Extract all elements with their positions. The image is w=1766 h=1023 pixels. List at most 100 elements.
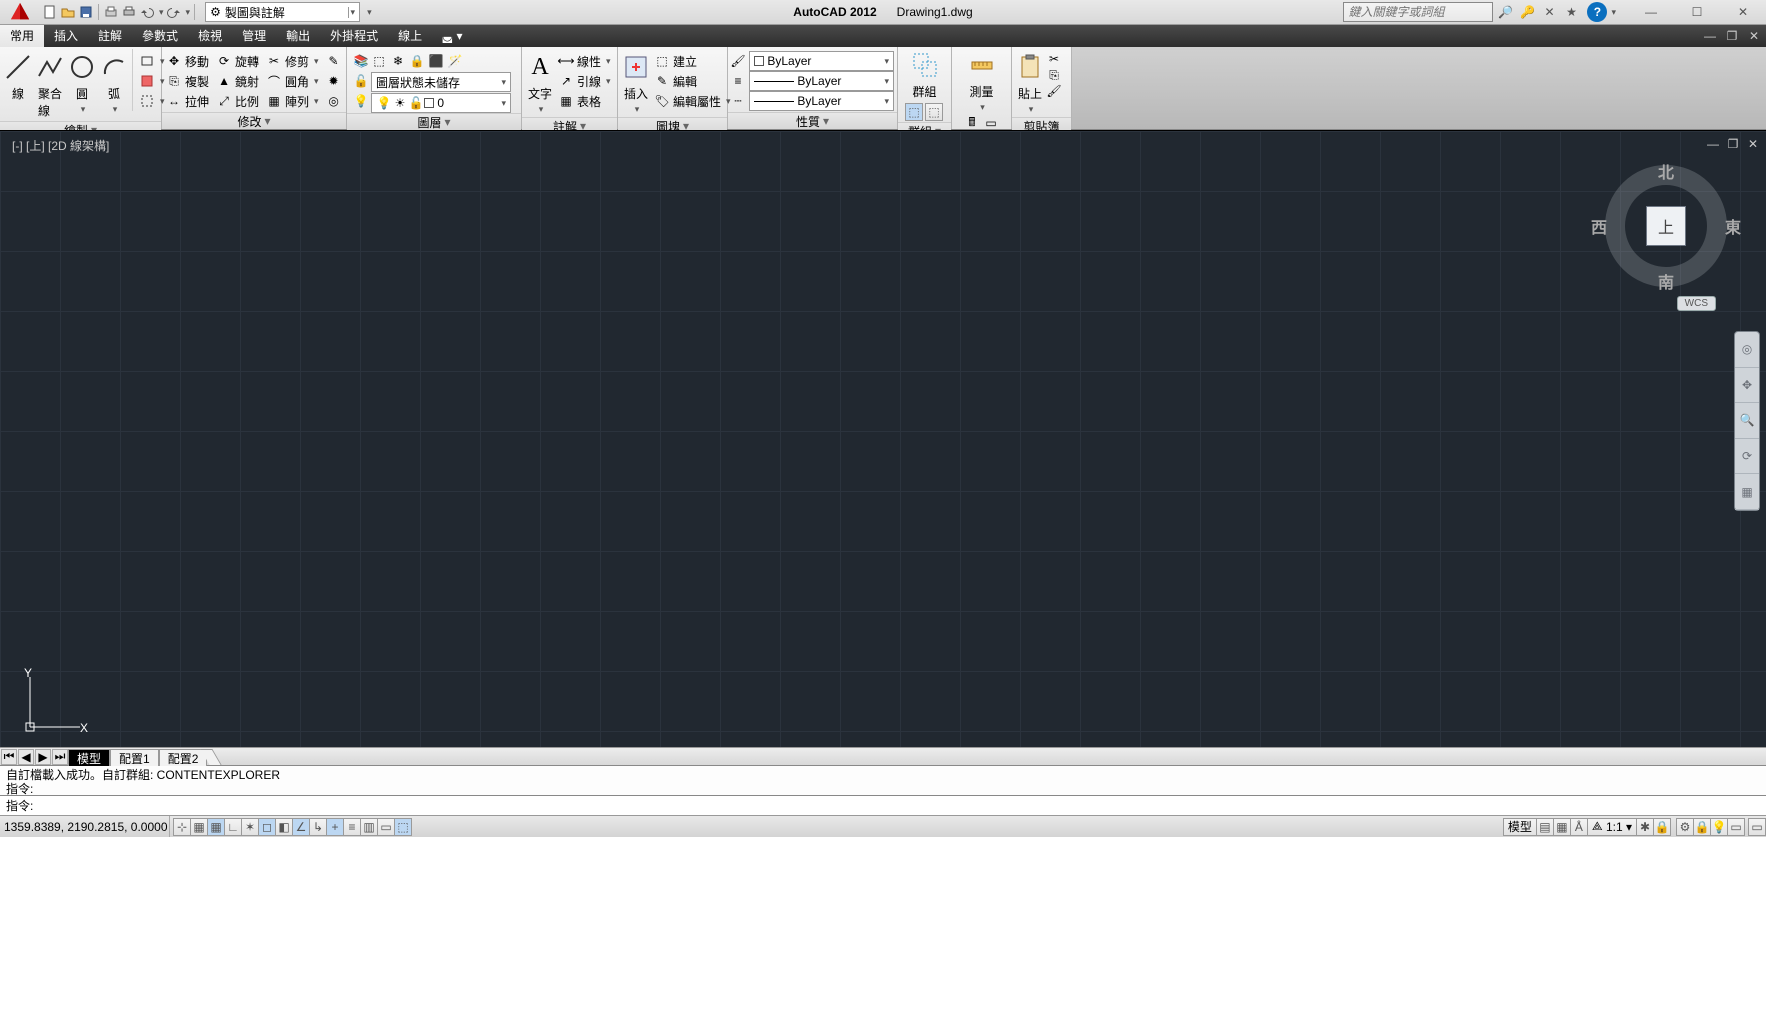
tab-annotate[interactable]: 註解 [88,25,132,47]
tab-view[interactable]: 檢視 [188,25,232,47]
viewport-label[interactable]: [-] [上] [2D 線架構] [12,137,109,154]
vp-min-button[interactable]: — [1706,137,1720,151]
fillet-button[interactable]: ⌒圓角▾ [264,71,321,91]
minimize-button[interactable]: — [1628,0,1674,25]
lwt-icon[interactable]: ≡ [343,818,361,836]
ws-icon[interactable]: ⚙ [1676,818,1694,836]
ortho-icon[interactable]: ∟ [224,818,242,836]
close-button[interactable]: ✕ [1720,0,1766,25]
grid-icon[interactable]: ▦ [207,818,225,836]
linetype-icon[interactable]: ┄ [730,93,746,109]
arc-button[interactable]: 弧▾ [98,49,130,117]
tab-model[interactable]: 模型 [68,749,110,766]
array-button[interactable]: ▦陣列▾ [264,91,321,111]
rotate-button[interactable]: ⟳旋轉 [214,51,261,71]
tpy-icon[interactable]: ▥ [360,818,378,836]
navigation-bar[interactable]: ◎ ✥ 🔍 ⟳ ▦ [1734,331,1760,511]
qp-icon[interactable]: ▭ [377,818,395,836]
star-icon[interactable]: ★ [1561,2,1581,22]
stretch-button[interactable]: ↔拉伸 [164,91,211,111]
layer-off-icon[interactable]: ⬛ [428,53,444,69]
viewcube-face[interactable]: 上 [1646,206,1686,246]
vp-max-button[interactable]: ❐ [1726,137,1740,151]
polyline-button[interactable]: 聚合線 [34,49,66,121]
lineweight-combo[interactable]: ByLayer▾ [749,71,894,91]
group-toggle-icon[interactable]: ⬚ [925,103,943,121]
toolbar-lock-icon[interactable]: 🔒 [1693,818,1711,836]
doc-close-button[interactable]: ✕ [1746,28,1762,44]
leader-button[interactable]: ↗引線▾ [556,71,613,91]
nav-zoom-icon[interactable]: 🔍 [1735,403,1759,439]
maximize-button[interactable]: ☐ [1674,0,1720,25]
layer-i1[interactable]: 🔓 [351,71,371,91]
key-icon[interactable]: 🔑 [1517,2,1537,22]
help-button[interactable]: ? [1587,2,1607,22]
explode-button[interactable]: ✹ [324,71,344,91]
isolate-icon[interactable]: ▭ [1727,818,1745,836]
snap-icon[interactable]: ▦ [190,818,208,836]
undo-icon[interactable] [139,4,155,20]
select-icon[interactable]: ▭ [983,115,999,131]
polar-icon[interactable]: ✶ [241,818,259,836]
nav-orbit-icon[interactable]: ⟳ [1735,439,1759,475]
tab-insert[interactable]: 插入 [44,25,88,47]
workspace-switcher[interactable]: ⚙ 製圖與註解 ▾ [205,2,360,22]
app-menu-button[interactable] [0,0,40,25]
wcs-badge[interactable]: WCS [1677,296,1716,311]
dyn-icon[interactable]: + [326,818,344,836]
print-icon[interactable] [121,4,137,20]
layer-freeze-icon[interactable]: ❄ [390,53,406,69]
undo-dropdown-icon[interactable]: ▾ [157,7,164,18]
measure-button[interactable]: 測量▾ [966,49,998,113]
tab-home[interactable]: 常用 [0,25,44,47]
copy-button[interactable]: ⎘複製 [164,71,211,91]
layer-state-combo[interactable]: 圖層狀態未儲存▾ [371,72,511,92]
osnap-icon[interactable]: ◻ [258,818,276,836]
scale-button[interactable]: ⤢比例 [214,91,261,111]
text-button[interactable]: A文字▾ [524,49,556,117]
line-button[interactable]: 線 [2,49,34,104]
circle-button[interactable]: 圓▾ [66,49,98,117]
layer-current-combo[interactable]: 💡☀🔓 0▾ [371,93,511,113]
tab-first-button[interactable]: ⏮ [1,749,17,765]
drawing-canvas[interactable]: [-] [上] [2D 線架構] — ❐ ✕ 上 北 南 西 東 WCS ◎ ✥… [0,130,1766,747]
doc-restore-button[interactable]: ❐ [1724,28,1740,44]
panel-layer-title[interactable]: 圖層▾ [347,113,521,130]
annoscale-icon[interactable]: Å [1570,818,1588,836]
tab-prev-button[interactable]: ◀ [18,749,34,765]
otrack-icon[interactable]: ∠ [292,818,310,836]
lineweight-icon[interactable]: ≡ [730,73,746,89]
cut-icon[interactable]: ✂ [1046,51,1062,67]
ducs-icon[interactable]: ↳ [309,818,327,836]
new-icon[interactable] [42,4,58,20]
redo-icon[interactable] [166,4,182,20]
redo-dropdown-icon[interactable]: ▾ [184,7,191,18]
move-button[interactable]: ✥移動 [164,51,211,71]
tab-output[interactable]: 輸出 [276,25,320,47]
viewcube-west[interactable]: 西 [1591,214,1607,238]
clean-icon[interactable]: ▭ [1748,818,1766,836]
linear-dim-button[interactable]: ⟷線性▾ [556,51,613,71]
qview-d-icon[interactable]: ▦ [1553,818,1571,836]
tab-addins[interactable]: 外掛程式 [320,25,388,47]
linetype-combo[interactable]: ByLayer▾ [749,91,894,111]
viewcube-east[interactable]: 東 [1725,214,1741,238]
viewcube[interactable]: 上 北 南 西 東 [1601,161,1731,291]
plot-icon[interactable] [103,4,119,20]
hardware-icon[interactable]: 💡 [1710,818,1728,836]
infer-icon[interactable]: ⊹ [173,818,191,836]
calc-icon[interactable]: 🖩 [964,115,980,131]
edit-block-button[interactable]: ✎編輯 [652,71,733,91]
binoculars-icon[interactable]: 🔎 [1495,2,1515,22]
vp-close-button[interactable]: ✕ [1746,137,1760,151]
open-icon[interactable] [60,4,76,20]
qview-l-icon[interactable]: ▤ [1536,818,1554,836]
trim-button[interactable]: ✂修剪▾ [264,51,321,71]
color-combo[interactable]: ByLayer▾ [749,51,894,71]
tab-manage[interactable]: 管理 [232,25,276,47]
layer-i2[interactable]: 💡 [351,91,371,111]
offset-button[interactable]: ◎ [324,91,344,111]
viewcube-north[interactable]: 北 [1658,159,1674,183]
layer-iso-icon[interactable]: ⬚ [371,53,387,69]
ribbon-more-icon[interactable]: ◛ ▾ [432,29,468,43]
